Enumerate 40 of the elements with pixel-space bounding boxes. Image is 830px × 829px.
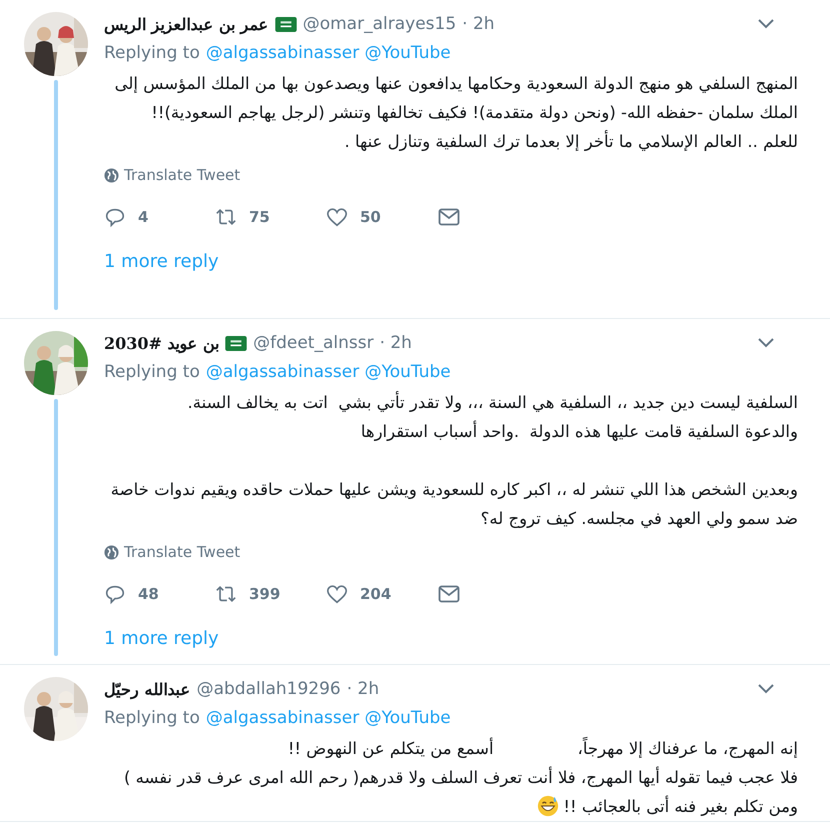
user-handle[interactable]: @fdeet_alnssr [253, 333, 374, 353]
like-button[interactable]: 50 [326, 206, 437, 228]
mention-links[interactable]: @algassabinasser @YouTube [206, 43, 451, 63]
timestamp[interactable]: · 2h [346, 679, 380, 699]
tweet-text: للعلم .. العالم الإسلامي ما تأخر إلا بعدما ترك السلفية وتنازل عنها . [343, 129, 799, 153]
chevron-icon[interactable] [758, 684, 774, 694]
mention-links[interactable]: @algassabinasser @YouTube [206, 708, 451, 728]
user-handle[interactable]: @abdallah19296 [196, 679, 341, 699]
mention-links[interactable]: @algassabinasser @YouTube [206, 362, 451, 382]
tweet-text: إنه المهرج، ما عرفناك إلا مهرجاً، أسمع من يتكلم عن النهوض !! [104, 734, 816, 763]
chevron-icon[interactable] [758, 338, 774, 348]
like-button[interactable]: 204 [326, 582, 437, 604]
retweet-button[interactable]: 75 [215, 206, 326, 228]
more-replies-link[interactable]: 1 more reply [104, 250, 816, 272]
user-name[interactable]: عمر بن عبدالعزيز الريس [104, 14, 269, 34]
globe-icon [104, 544, 119, 560]
more-replies-link[interactable]: 1 more reply [104, 628, 816, 648]
translate-link[interactable]: Translate Tweet [104, 166, 240, 184]
sweat-smile-icon [537, 795, 560, 817]
timestamp[interactable]: · 2h [380, 333, 412, 353]
replying-label: Replying to [104, 43, 200, 63]
replying-label: Replying to [104, 362, 200, 382]
timestamp[interactable]: · 2h [462, 14, 495, 34]
reply-button[interactable]: 48 [104, 582, 215, 604]
tweet-text: وبعدين الشخص هذا اللي تنشر له ،، اكبر كاره للسعودية ويشن عليها حملات حاقده ويقيم ندوات خاصة ضد سمو ولي العهد في مجلسه. كيف تروج له؟ [110, 479, 799, 530]
translate-link[interactable]: Translate Tweet [104, 543, 240, 561]
user-name[interactable]: عبدالله رحيّل [104, 680, 191, 698]
heart-icon [326, 206, 348, 228]
heart-icon [326, 582, 348, 604]
globe-icon [104, 168, 119, 182]
user-name[interactable]: بن عويد #2030 [104, 334, 220, 352]
tweet-text: فلا عجب فيما تقوله أيها المهرج، فلا أنت تعرف السلف ولا قدرهم( رحم الله امرى عرف قدر نفسه ) ومن تكلم بغير فنه أتى بالعجائب !! [122, 766, 799, 819]
tweet-text: والدعوة السلفية قامت عليها هذه الدولة .واحد أسباب استقرارها [360, 420, 799, 443]
replying-label: Replying to [104, 708, 200, 728]
retweet-button[interactable]: 399 [215, 582, 326, 604]
chevron-icon[interactable] [758, 19, 774, 29]
tweet-text: المنهج السلفي هو منهج الدولة السعودية وحكامها يدافعون عنها ويصدعون بها من الملك المؤسس إلى الملك سلمان -حفظه الله- (ونحن دولة متقدمة)! فكيف تخالفها وتنشر (لرجل يهاجم السعودية)!! [114, 73, 799, 124]
reply-button[interactable]: 4 [104, 206, 215, 228]
tweet-text: السلفية ليست دين جديد ،، السلفية هي السنة ،،، ولا تقدر تأتي بشي اتت به يخالف السنة. [186, 390, 799, 414]
user-handle[interactable]: @omar_alrayes15 [302, 14, 456, 34]
